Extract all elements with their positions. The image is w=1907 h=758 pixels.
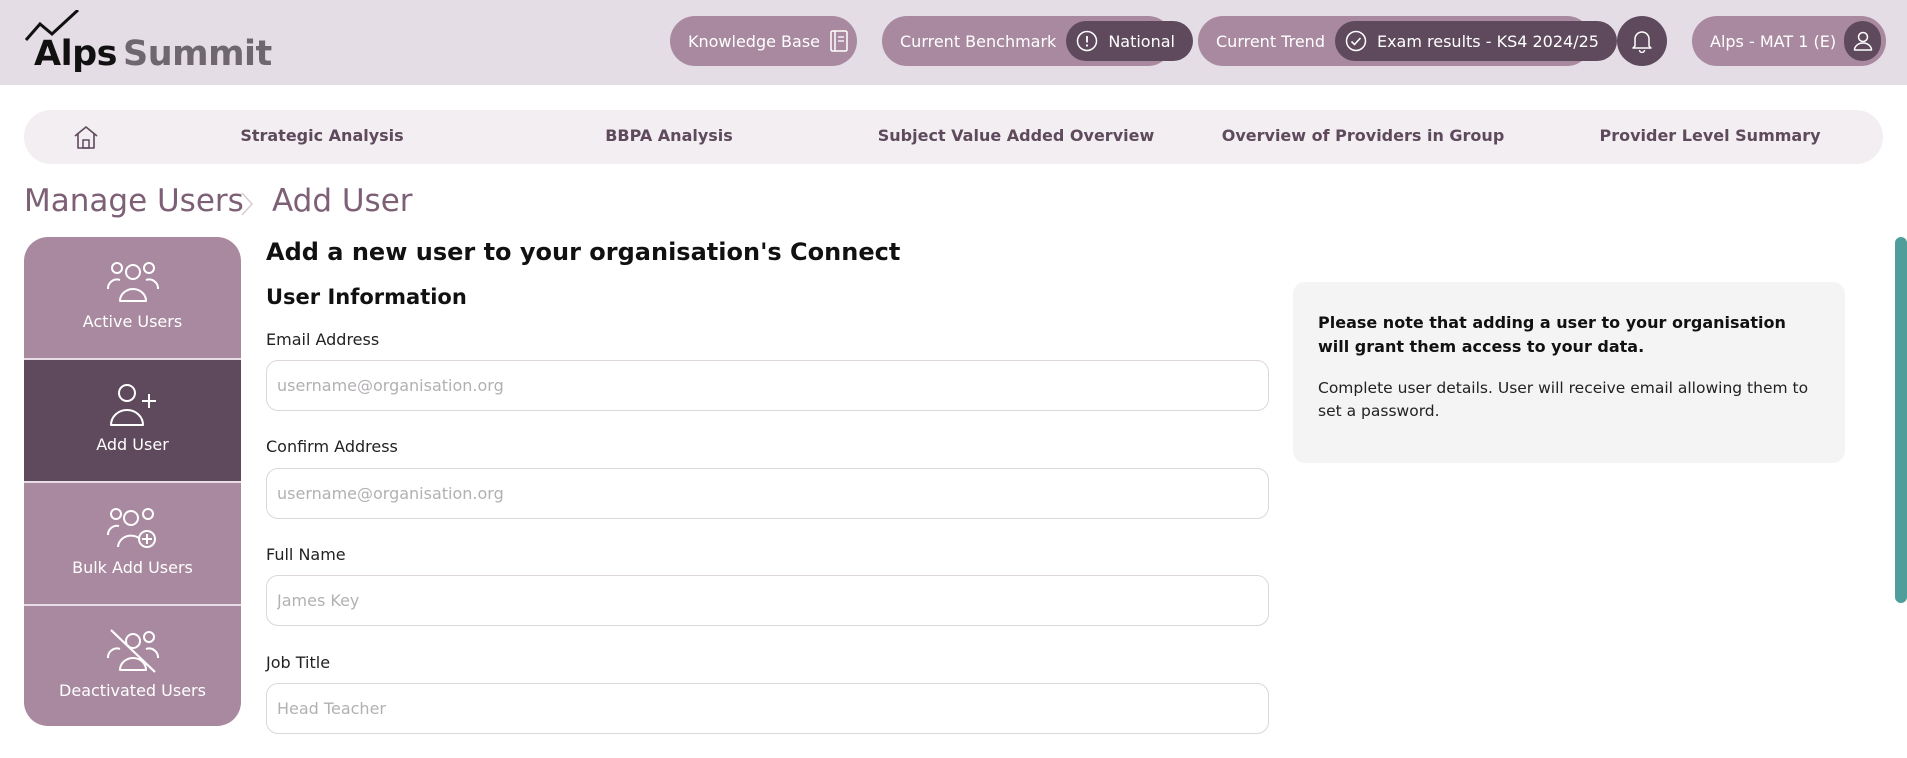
- breadcrumb-manage-users[interactable]: Manage Users: [24, 183, 244, 219]
- page-title: Add User: [272, 183, 413, 219]
- logo-alps: Alps: [34, 34, 117, 74]
- users-icon: [107, 262, 159, 302]
- sidemenu-item-deactivated-users[interactable]: Deactivated Users: [24, 606, 241, 726]
- logo-summit: Summit: [122, 34, 272, 74]
- bell-icon: [1632, 31, 1652, 53]
- full-name-field[interactable]: [266, 575, 1269, 626]
- email-address-field[interactable]: [266, 360, 1269, 411]
- sidemenu-item-add-user[interactable]: Add User: [24, 360, 241, 482]
- avatar[interactable]: [1844, 21, 1881, 61]
- email-address-label: Email Address: [266, 330, 380, 349]
- sidemenu-item-bulk-add-users[interactable]: Bulk Add Users: [24, 483, 241, 605]
- knowledge-base-label: Knowledge Base: [688, 31, 820, 51]
- nav-item-strategic-analysis[interactable]: Strategic Analysis: [240, 126, 403, 145]
- nav-item-subject-value-added-overview[interactable]: Subject Value Added Overview: [878, 126, 1155, 145]
- current-benchmark-selector[interactable]: Current Benchmark National: [882, 16, 1193, 66]
- home-icon[interactable]: [72, 124, 100, 150]
- sidemenu-label-bulk-add-users: Bulk Add Users: [72, 558, 193, 577]
- sidemenu-label-active-users: Active Users: [82, 312, 183, 331]
- confirm-address-label: Confirm Address: [266, 437, 398, 456]
- main-navigation: Strategic Analysis BBPA Analysis Subject…: [24, 110, 1883, 164]
- alps-summit-logo[interactable]: Alps Summit: [24, 10, 272, 74]
- trend-value-chip[interactable]: Exam results - KS4 2024/25: [1334, 21, 1617, 61]
- top-header: Alps Summit Knowledge Base Current Benchm…: [0, 0, 1907, 85]
- sidemenu-label-deactivated-users: Deactivated Users: [59, 681, 206, 700]
- nav-item-overview-of-providers[interactable]: Overview of Providers in Group: [1222, 126, 1505, 145]
- users-off-icon: [107, 629, 159, 673]
- nav-item-provider-level-summary[interactable]: Provider Level Summary: [1599, 126, 1820, 145]
- notice-warning-text: Please note that adding a user to your o…: [1318, 313, 1786, 356]
- user-icon: [1853, 31, 1872, 51]
- knowledge-base-button[interactable]: Knowledge Base: [670, 16, 857, 66]
- confirm-address-field[interactable]: [266, 468, 1269, 519]
- notifications-button[interactable]: [1617, 16, 1667, 66]
- full-name-label: Full Name: [266, 545, 346, 564]
- check-circle-icon: [1345, 30, 1367, 52]
- page-scrollbar[interactable]: [1895, 237, 1907, 603]
- notice-info-text: Complete user details. User will receive…: [1318, 379, 1809, 420]
- users-plus-icon: [107, 508, 156, 548]
- sidemenu-item-active-users[interactable]: Active Users: [24, 237, 241, 359]
- user-plus-icon: [110, 384, 156, 426]
- sidemenu-label-add-user: Add User: [96, 435, 169, 454]
- current-trend-selector[interactable]: Current Trend Exam results - KS4 2024/25: [1198, 16, 1617, 66]
- user-account-menu[interactable]: Alps - MAT 1 (E): [1692, 16, 1886, 66]
- job-title-field[interactable]: [266, 683, 1269, 734]
- access-notice: Please note that adding a user to your o…: [1293, 282, 1845, 463]
- trend-value: Exam results - KS4 2024/25: [1376, 31, 1599, 51]
- user-account-label: Alps - MAT 1 (E): [1710, 31, 1837, 51]
- nav-item-bbpa-analysis[interactable]: BBPA Analysis: [605, 126, 733, 145]
- trend-label: Current Trend: [1216, 31, 1325, 51]
- job-title-label: Job Title: [266, 653, 331, 672]
- section-title: User Information: [266, 285, 467, 309]
- book-icon: [830, 30, 848, 52]
- benchmark-value-chip[interactable]: National: [1066, 21, 1193, 61]
- user-management-menu: Active Users Add User Bulk Add Users Dea…: [24, 237, 241, 726]
- form-title: Add a new user to your organisation's Co…: [266, 238, 901, 266]
- logo-wordmark: Alps Summit: [34, 34, 272, 74]
- chevron-right-icon: [241, 192, 254, 216]
- benchmark-value: National: [1108, 31, 1175, 51]
- alert-circle-icon: [1077, 30, 1098, 52]
- benchmark-label: Current Benchmark: [900, 31, 1057, 51]
